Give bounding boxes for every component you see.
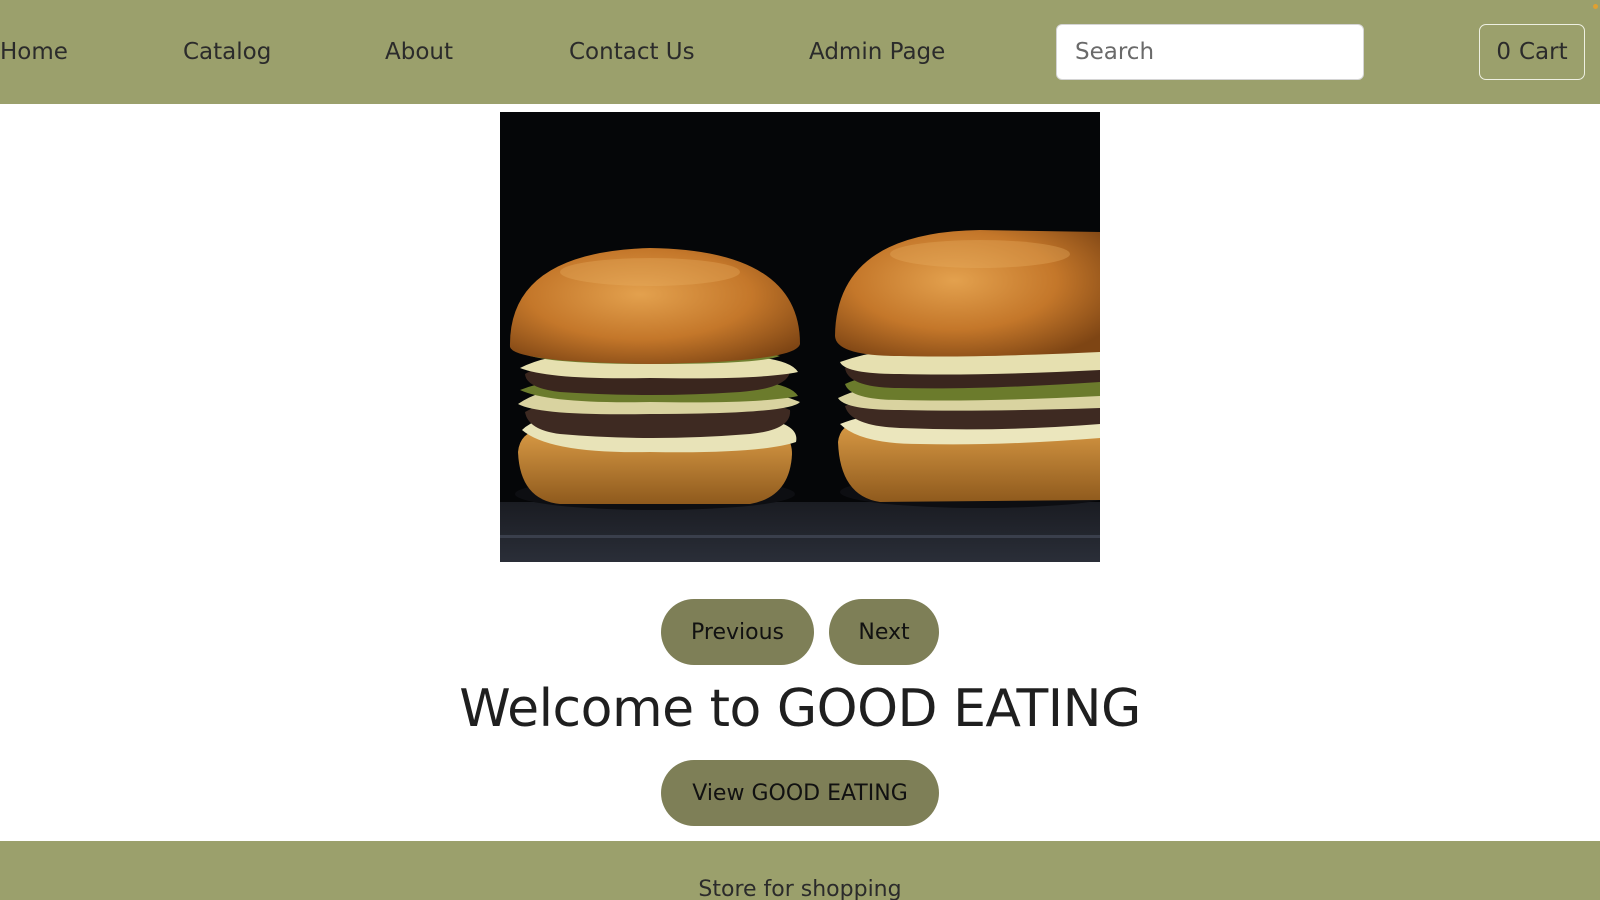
view-good-eating-button[interactable]: View GOOD EATING [661, 760, 939, 826]
nav-home-link[interactable]: Home [0, 34, 68, 70]
status-dot [1593, 4, 1598, 9]
page-title: Welcome to GOOD EATING [459, 679, 1141, 739]
nav-contact-link[interactable]: Contact Us [569, 34, 695, 70]
next-button[interactable]: Next [829, 599, 939, 665]
footer-text: Store for shopping [698, 877, 902, 900]
burger-illustration [500, 112, 1100, 562]
footer: Store for shopping [0, 841, 1600, 900]
nav-about-link[interactable]: About [385, 34, 453, 70]
top-navbar: Home Catalog About Contact Us Admin Page… [0, 0, 1600, 104]
cart-button[interactable]: 0 Cart [1479, 24, 1585, 80]
cart-count: 0 [1496, 39, 1511, 65]
previous-button[interactable]: Previous [661, 599, 814, 665]
hero-burger-image [500, 112, 1100, 562]
search-input[interactable] [1056, 24, 1364, 80]
cart-label: Cart [1519, 39, 1568, 65]
nav-catalog-link[interactable]: Catalog [183, 34, 271, 70]
nav-admin-link[interactable]: Admin Page [809, 34, 945, 70]
